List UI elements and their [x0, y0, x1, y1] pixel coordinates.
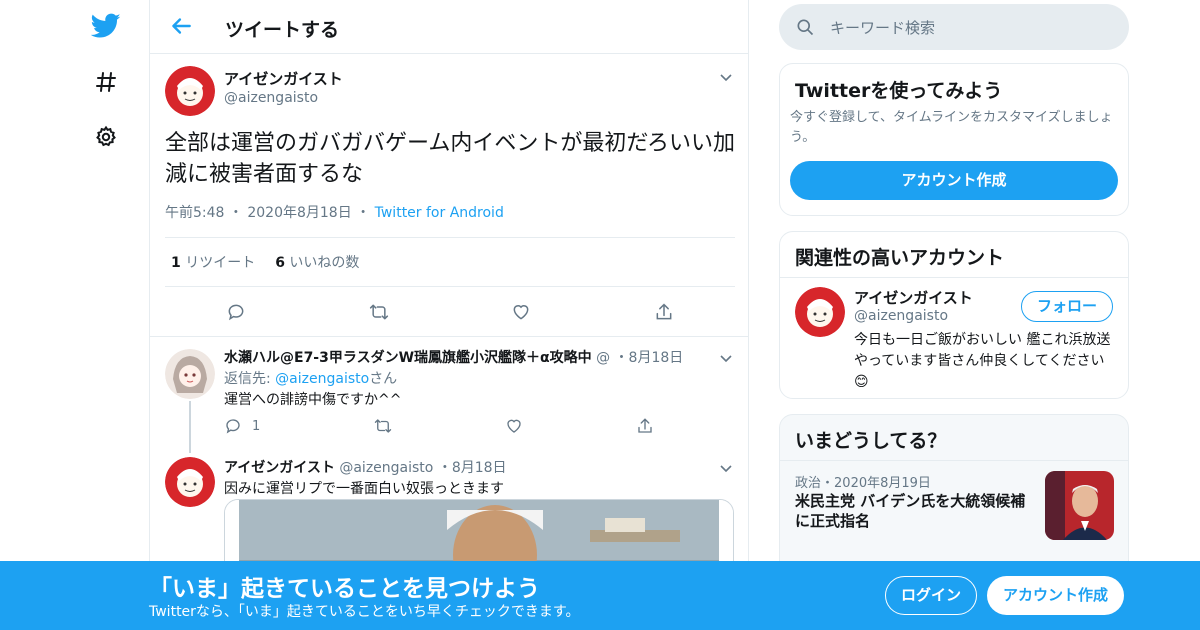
retweet-count: 1 [171, 255, 181, 271]
share-icon[interactable] [648, 296, 680, 328]
relevant-accounts-card: 関連性の高いアカウント アイゼンガイスト @aizengaisto フォロー 今… [779, 231, 1129, 399]
signup-card-desc: 今すぐ登録して、タイムラインをカスタマイズしましょう。 [790, 110, 1113, 145]
reply-actions: 1 [224, 417, 654, 435]
tweet-source[interactable]: Twitter for Android [375, 205, 504, 221]
left-nav [80, 0, 132, 630]
trend-separator: ・ [821, 476, 835, 491]
reply-to-prefix: 返信先: [224, 371, 276, 387]
settings-gear-icon[interactable] [90, 121, 122, 153]
retweet-icon[interactable] [363, 296, 395, 328]
relevant-account-bio: 今日も一日ご飯がおいしい 艦これ浜放送やっています皆さん仲良くしてください😊 [854, 332, 1111, 390]
reply-text: 運営への誹謗中傷ですか^^ [224, 392, 402, 408]
reply-to-handle[interactable]: @aizengaisto [275, 371, 369, 387]
tweet-stats: 1 リツイート 6 いいねの数 [165, 237, 735, 287]
trend-headline: 米民主党 バイデン氏を大統領候補に正式指名 [795, 492, 1026, 530]
thread-line [189, 401, 191, 453]
relevant-account-handle[interactable]: @aizengaisto [854, 308, 973, 324]
meta-separator: ・ [356, 205, 371, 221]
reply-author-handle[interactable]: @aizengaisto [339, 460, 433, 476]
reply-tweet[interactable]: 水瀬ハル@E7-3甲ラスダンW瑞鳳旗艦小沢艦隊＋α攻略中 @ ・8月18日 返信… [150, 337, 748, 457]
reply-date[interactable]: 8月18日 [452, 460, 507, 476]
like-label: いいねの数 [289, 255, 360, 271]
avatar[interactable] [165, 349, 215, 399]
signup-card: Twitterを使ってみよう 今すぐ登録して、タイムラインをカスタマイズしましょ… [779, 63, 1129, 216]
reply-count: 1 [252, 418, 261, 434]
divider [780, 277, 1128, 278]
explore-hash-icon[interactable] [90, 66, 122, 98]
tweet-time[interactable]: 午前5:48 [165, 205, 224, 221]
like-heart-icon[interactable] [505, 417, 523, 435]
relevant-card-title: 関連性の高いアカウント [795, 247, 1005, 269]
reply-text: 因みに運営リプで一番面白い奴張っときます [224, 481, 504, 497]
like-heart-icon[interactable] [505, 296, 537, 328]
reply-author-name[interactable]: 水瀬ハル@E7-3甲ラスダンW瑞鳳旗艦小沢艦隊＋α攻略中 [224, 350, 592, 366]
search-bar[interactable]: キーワード検索 [779, 4, 1129, 50]
trend-date: 2020年8月19日 [834, 476, 931, 491]
tweet-meta: 午前5:48 ・ 2020年8月18日 ・ Twitter for Androi… [165, 202, 504, 222]
reply-author-handle[interactable]: @ [596, 350, 610, 366]
relevant-account-name[interactable]: アイゼンガイスト [854, 287, 973, 308]
trend-thumbnail [1045, 471, 1114, 540]
share-icon[interactable] [636, 417, 654, 435]
retweet-stat[interactable]: 1 リツイート [171, 252, 255, 272]
avatar[interactable] [795, 287, 845, 337]
reply-to: 返信先: @aizengaistoさん [224, 368, 397, 388]
author-handle[interactable]: @aizengaisto [224, 90, 343, 106]
search-icon [795, 17, 815, 37]
tweet-text: 全部は運営のガバガバゲーム内イベントが最初だろいい加減に被害者面するな [165, 131, 736, 187]
retweet-icon[interactable] [373, 417, 393, 435]
trend-category: 政治 [795, 476, 822, 491]
page-title: ツイートする [225, 19, 340, 41]
avatar[interactable] [165, 66, 215, 116]
main-column: ツイートする アイゼンガイスト @aizengaisto 全部は運営のガバガバゲ… [149, 0, 749, 630]
main-tweet: アイゼンガイスト @aizengaisto 全部は運営のガバガバゲーム内イベント… [150, 54, 748, 337]
create-account-button[interactable]: アカウント作成 [790, 161, 1118, 200]
banner-subtitle: Twitterなら、「いま」起きていることをいち早くチェックできます。 [149, 604, 580, 620]
reply-icon[interactable] [220, 296, 252, 328]
login-button[interactable]: ログイン [885, 576, 977, 615]
top-bar: ツイートする [150, 0, 748, 54]
reply-separator: ・ [437, 460, 452, 476]
reply-to-suffix: さん [369, 371, 398, 387]
meta-separator: ・ [228, 205, 243, 221]
like-count: 6 [275, 255, 285, 271]
reply-author-name[interactable]: アイゼンガイスト [224, 460, 335, 476]
reply-button[interactable]: 1 [224, 417, 260, 435]
chevron-down-icon[interactable] [718, 350, 734, 366]
chevron-down-icon[interactable] [718, 460, 734, 476]
trend-item[interactable]: 政治・2020年8月19日 米民主党 バイデン氏を大統領候補に正式指名 [780, 461, 1128, 551]
signup-card-title: Twitterを使ってみよう [795, 80, 1003, 102]
author-name[interactable]: アイゼンガイスト [224, 68, 343, 89]
back-arrow-icon[interactable] [168, 13, 194, 39]
tweet-actions [165, 296, 735, 328]
like-stat[interactable]: 6 いいねの数 [275, 252, 359, 272]
trends-title: いまどうしてる？ [795, 430, 947, 452]
twitter-logo-icon[interactable] [90, 10, 122, 42]
chevron-down-icon[interactable] [718, 69, 734, 85]
search-input[interactable]: キーワード検索 [830, 17, 935, 38]
follow-button[interactable]: フォロー [1021, 291, 1113, 322]
banner-title: 「いま」起きていることを見つけよう [149, 576, 540, 602]
avatar[interactable] [165, 457, 215, 507]
banner-signup-button[interactable]: アカウント作成 [987, 576, 1124, 615]
signup-banner: 「いま」起きていることを見つけよう Twitterなら、「いま」起きていることを… [0, 561, 1200, 630]
tweet-date[interactable]: 2020年8月18日 [247, 205, 351, 221]
retweet-label: リツイート [185, 255, 256, 271]
reply-separator: ・ [614, 350, 629, 366]
reply-date[interactable]: 8月18日 [629, 350, 684, 366]
